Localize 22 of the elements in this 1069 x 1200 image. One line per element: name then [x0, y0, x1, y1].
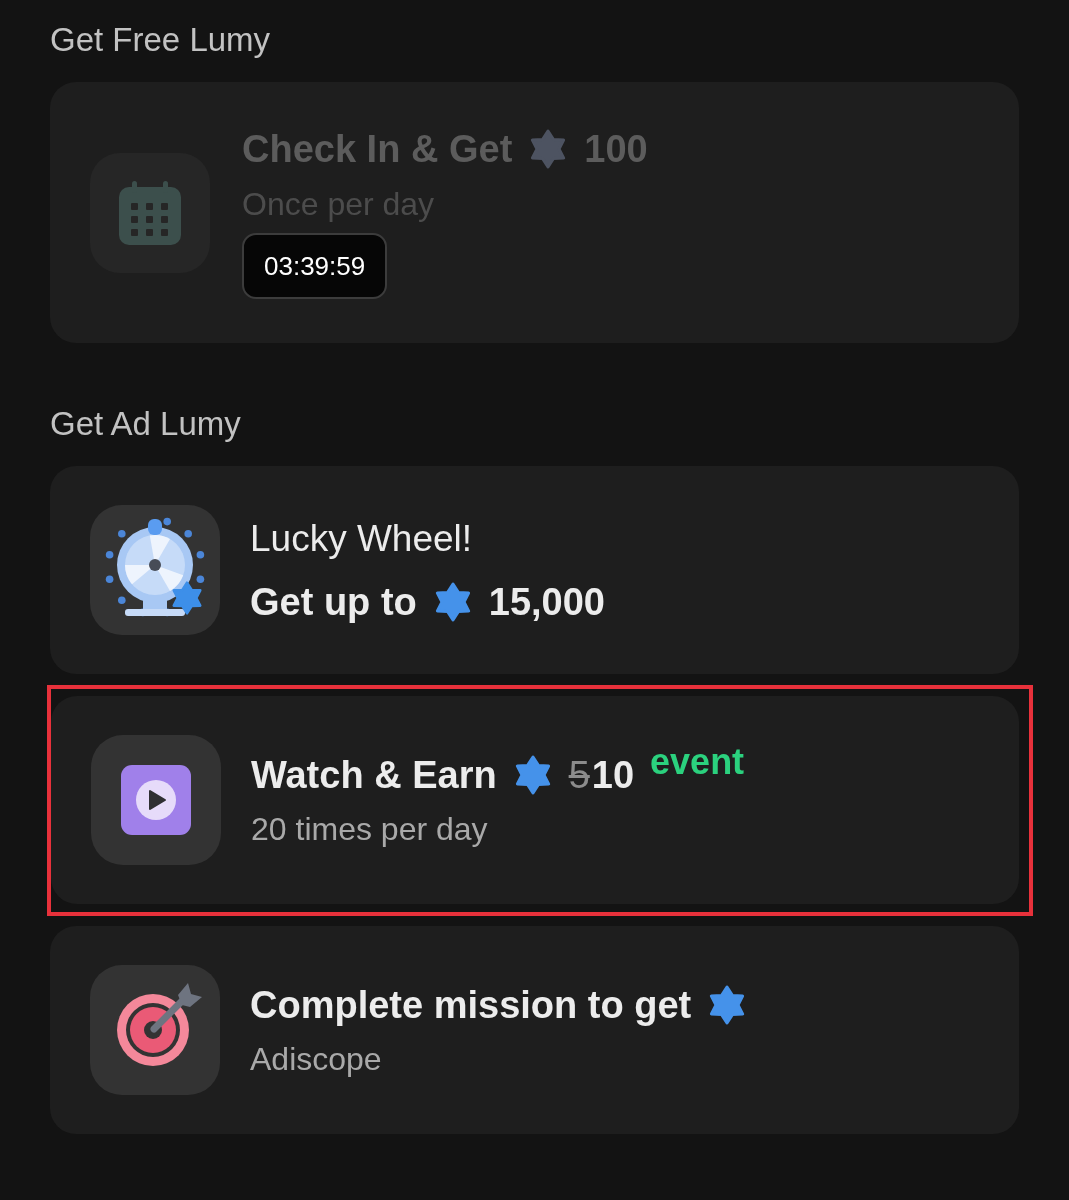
play-icon [91, 735, 221, 865]
task-card[interactable]: Complete mission to get Adiscope [50, 926, 1019, 1134]
task-title: Get up to [250, 579, 417, 625]
task-title: Check In & Get [242, 127, 513, 172]
reward-amount: 10 [591, 753, 635, 798]
event-label: event [650, 744, 745, 780]
task-subtitle: Adiscope [250, 1040, 383, 1078]
task-card[interactable]: Watch & Earn 510 event 20 times per day [51, 696, 1019, 904]
countdown-timer: 03:39:59 [242, 233, 388, 299]
section-title: Get Ad Lumy [50, 404, 242, 444]
task-caption: Lucky Wheel! [250, 516, 474, 561]
calendar-icon [90, 152, 210, 273]
target-icon [90, 965, 220, 1095]
reward-amount: 15,000 [488, 579, 605, 625]
reward-amount: 100 [584, 127, 648, 172]
task-card[interactable]: Lucky Wheel! Get up to 15,000 [50, 466, 1019, 674]
task-title: Complete mission to get [250, 983, 692, 1028]
task-subtitle: 20 times per day [251, 810, 489, 848]
task-title: Watch & Earn [251, 753, 497, 798]
prize-wheel-icon [90, 505, 220, 635]
section-title: Get Free Lumy [50, 20, 272, 60]
old-reward-amount: 5 [568, 753, 590, 798]
